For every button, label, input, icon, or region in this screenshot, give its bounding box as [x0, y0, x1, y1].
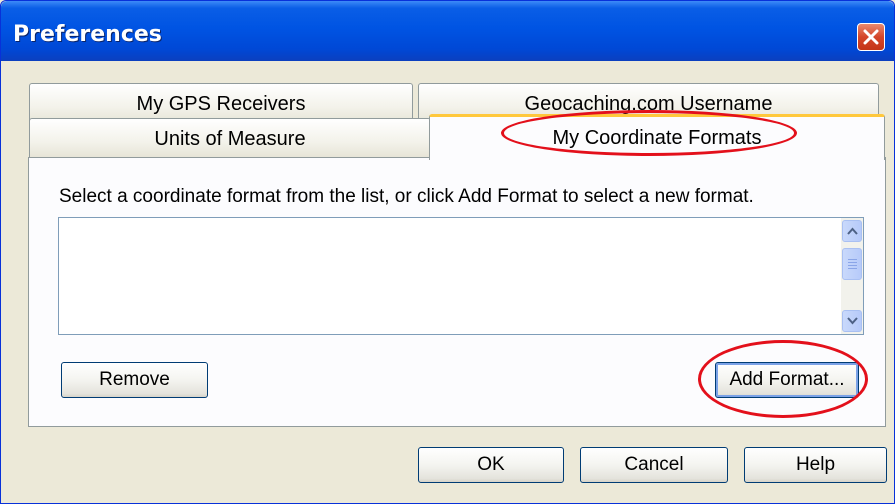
tab-units-of-measure[interactable]: Units of Measure — [29, 118, 431, 158]
coordinate-formats-panel: Select a coordinate format from the list… — [28, 157, 886, 427]
tab-label: My Coordinate Formats — [552, 127, 762, 149]
tab-my-coordinate-formats[interactable]: My Coordinate Formats — [429, 114, 885, 160]
scroll-thumb[interactable] — [842, 248, 862, 280]
coordinate-format-list[interactable] — [58, 217, 864, 335]
list-scrollbar[interactable] — [841, 218, 863, 334]
tab-label: My GPS Receivers — [136, 93, 306, 115]
grip-line — [848, 262, 857, 263]
cancel-button[interactable]: Cancel — [580, 447, 728, 483]
remove-button[interactable]: Remove — [61, 362, 208, 398]
window-title: Preferences — [13, 22, 162, 47]
add-format-button[interactable]: Add Format... — [715, 362, 859, 398]
ok-button[interactable]: OK — [418, 447, 564, 483]
tab-my-gps-receivers[interactable]: My GPS Receivers — [29, 83, 413, 123]
instruction-text: Select a coordinate format from the list… — [59, 186, 754, 207]
scroll-up-button[interactable] — [842, 220, 862, 242]
preferences-window: Preferences My GPS Receivers Geocaching.… — [0, 0, 895, 504]
tab-label: Units of Measure — [154, 128, 306, 150]
scroll-down-button[interactable] — [842, 310, 862, 332]
scroll-down-icon — [847, 317, 858, 325]
title-bar[interactable]: Preferences — [1, 1, 894, 61]
tab-label: Geocaching.com Username — [524, 93, 773, 115]
close-button[interactable] — [857, 23, 885, 51]
grip-line — [848, 259, 857, 260]
grip-line — [848, 268, 857, 269]
scroll-up-icon — [847, 227, 858, 235]
help-button[interactable]: Help — [744, 447, 887, 483]
grip-line — [848, 265, 857, 266]
close-icon — [863, 29, 879, 45]
